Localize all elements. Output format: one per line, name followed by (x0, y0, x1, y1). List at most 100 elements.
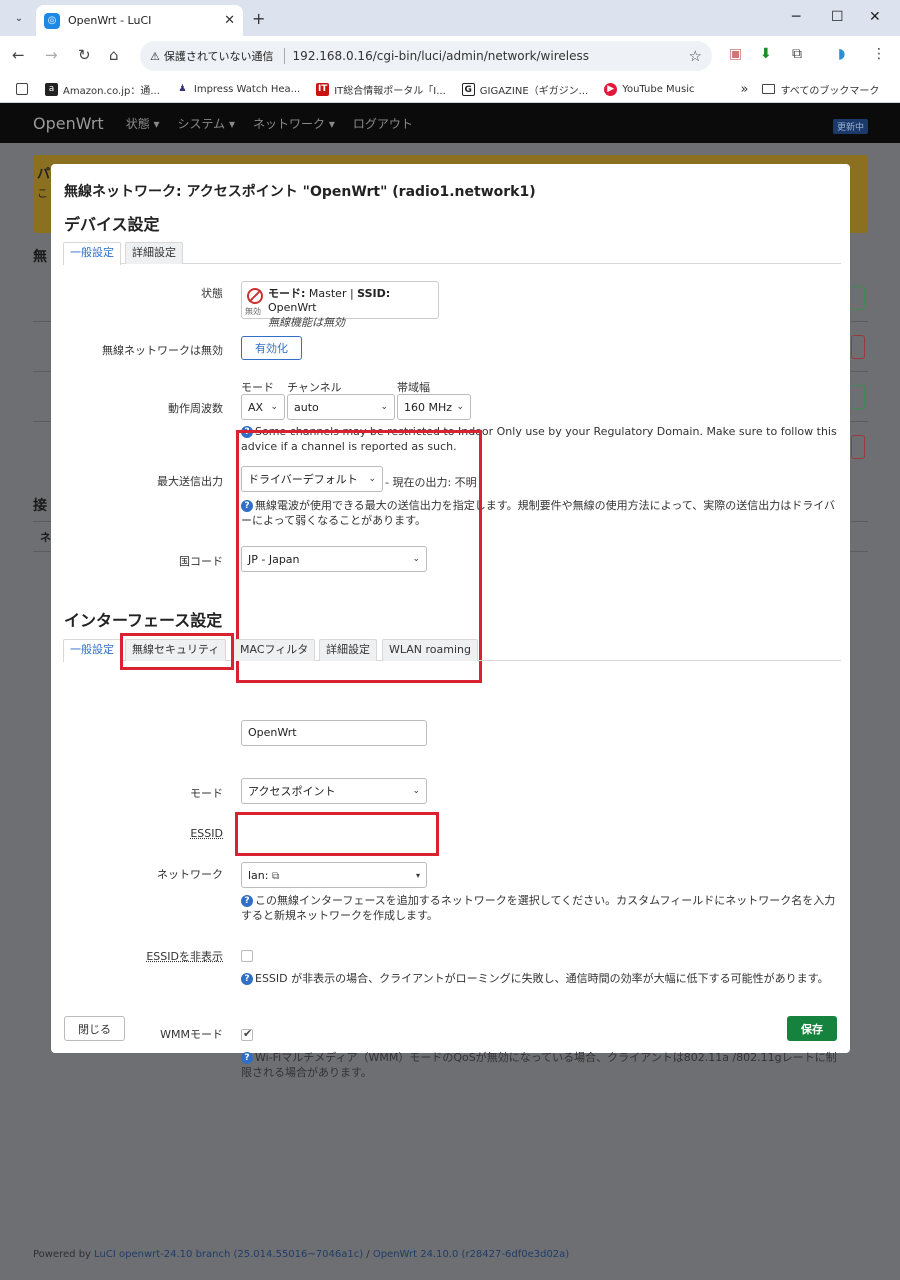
update-badge: 更新中 (832, 119, 868, 134)
all-bookmarks[interactable]: すべてのブックマーク (762, 82, 879, 97)
footer-luci-link[interactable]: LuCI openwrt-24.10 branch (25.014.55016~… (94, 1249, 363, 1260)
network-value: lan: (248, 868, 269, 882)
url-text[interactable]: 192.168.0.16/cgi-bin/luci/admin/network/… (293, 49, 689, 63)
bookmarks-overflow-icon[interactable]: » (740, 82, 748, 97)
background-heading-associated: 接 (33, 498, 47, 514)
footer-separator: / (363, 1249, 373, 1260)
bookmark-label: IT総合情報ポータル「I... (334, 85, 446, 97)
tab-iface-general[interactable]: 一般設定 (63, 639, 121, 662)
bookmark-label: GIGAZINE（ギガジン... (479, 85, 589, 97)
hide-essid-checkbox[interactable] (241, 950, 253, 962)
tab-search-icon[interactable]: ⌄ (8, 7, 30, 29)
tab-iface-wlan-roaming[interactable]: WLAN roaming (382, 639, 478, 661)
wmm-checkbox[interactable]: ✔ (241, 1027, 253, 1041)
menu-logout[interactable]: ログアウト (353, 115, 413, 132)
wmm-help: ? Wi-Fiマルチメディア（WMM）モードのQoSが無効になっている場合、クライ… (241, 1050, 837, 1080)
network-dropdown[interactable]: lan: ⧉ ▾ (241, 862, 427, 888)
essid-input[interactable]: OpenWrt (241, 720, 427, 746)
help-icon: ? (241, 895, 253, 907)
folder-icon (762, 84, 776, 94)
minimize-icon[interactable]: ─ (792, 9, 800, 25)
reload-icon[interactable]: ↻ (78, 46, 91, 64)
background-button (851, 435, 865, 459)
iface-mode-value: アクセスポイント (248, 785, 336, 798)
wireless-disabled-label: 無線ネットワークは無効 (102, 344, 223, 357)
wmm-help-text: Wi-Fiマルチメディア（WMM）モードのQoSが無効になっている場合、クライア… (241, 1051, 837, 1079)
menu-status[interactable]: 状態 ▾ (126, 115, 160, 132)
status-mode-key: モード: (268, 287, 306, 300)
network-interface-icon: ⧉ (271, 870, 280, 882)
bookmark-amazon[interactable]: a Amazon.co.jp：通... (45, 82, 160, 97)
youtube-music-icon: ▶ (604, 82, 618, 96)
freq-channel-select[interactable]: auto ⌄ (287, 394, 395, 420)
bookmark-gigazine[interactable]: G GIGAZINE（ギガジン... (461, 82, 589, 97)
close-window-icon[interactable]: ✕ (869, 9, 881, 25)
background-button (851, 385, 865, 409)
bookmark-itmedia[interactable]: IT IT総合情報ポータル「I... (316, 82, 446, 97)
gigazine-icon: G (461, 82, 475, 96)
bookmark-youtube-music[interactable]: ▶ YouTube Music (604, 82, 694, 96)
forward-icon[interactable]: → (45, 46, 58, 64)
menu-system[interactable]: システム ▾ (178, 115, 235, 132)
browser-chrome: ⌄ ◎ OpenWrt - LuCI ✕ + ─ ☐ ✕ ← → ↻ ⌂ ⚠ 保… (0, 0, 900, 103)
tab-iface-mac-filter[interactable]: MACフィルタ (233, 639, 316, 661)
freq-width-select[interactable]: 160 MHz ⌄ (397, 394, 471, 420)
status-line-mode: モード: Master | SSID: OpenWrt (268, 285, 432, 314)
status-ssid-value: OpenWrt (268, 301, 317, 314)
profile-icon[interactable]: ◗ (838, 46, 845, 62)
background-button (851, 286, 865, 310)
iface-mode-select[interactable]: アクセスポイント ⌄ (241, 778, 427, 804)
openwrt-brand[interactable]: OpenWrt (33, 114, 104, 133)
page-backdrop: OpenWrt 状態 ▾ システム ▾ ネットワーク ▾ ログアウト 更新中 パ… (0, 103, 900, 1280)
menu-network[interactable]: ネットワーク ▾ (253, 115, 335, 132)
address-separator (283, 48, 285, 64)
security-status[interactable]: 保護されていない通信 (164, 48, 274, 64)
chevron-down-icon: ⌄ (270, 402, 278, 412)
enable-button[interactable]: 有効化 (241, 336, 302, 360)
frequency-label: 動作周波数 (168, 402, 223, 415)
tab-bar: ⌄ ◎ OpenWrt - LuCI ✕ + ─ ☐ ✕ (0, 0, 900, 36)
tab-title: OpenWrt - LuCI (68, 14, 152, 27)
freq-mode-select[interactable]: AX ⌄ (241, 394, 285, 420)
new-tab-icon[interactable]: + (252, 9, 265, 28)
menu-kebab-icon[interactable]: ⋮ (872, 46, 886, 62)
all-bookmarks-label: すべてのブックマーク (780, 85, 880, 97)
browser-tab[interactable]: ◎ OpenWrt - LuCI ✕ (36, 5, 243, 36)
tab-device-advanced[interactable]: 詳細設定 (125, 242, 183, 264)
extensions-icon[interactable]: ⧉ (792, 46, 802, 62)
freq-width-value: 160 MHz (404, 400, 453, 414)
bookmark-star-icon[interactable]: ☆ (689, 47, 702, 65)
device-tabs: 一般設定 詳細設定 (63, 240, 841, 265)
bookmark-label: Impress Watch Hea... (193, 83, 301, 95)
apps-grid-icon[interactable] (16, 83, 33, 95)
cast-icon[interactable]: ▣ (729, 46, 742, 62)
download-icon[interactable]: ⬇ (760, 46, 772, 62)
wireless-settings-modal: 無線ネットワーク: アクセスポイント "OpenWrt" (radio1.net… (51, 164, 850, 1079)
hide-essid-label: ESSIDを非表示 (146, 950, 223, 963)
maximize-icon[interactable]: ☐ (831, 9, 844, 25)
footer-openwrt-link[interactable]: OpenWrt 24.10.0 (r28427-6df0e3d02a) (373, 1249, 569, 1260)
footer-powered: Powered by (33, 1249, 95, 1260)
status-ssid-key: SSID: (357, 287, 391, 300)
bookmark-impress[interactable]: ♟ Impress Watch Hea... (176, 83, 300, 96)
luci-top-nav: OpenWrt 状態 ▾ システム ▾ ネットワーク ▾ ログアウト 更新中 (0, 103, 900, 143)
freq-width-sublabel: 帯域幅 (397, 381, 430, 394)
status-box: 無効 モード: Master | SSID: OpenWrt 無線機能は無効 (241, 281, 439, 329)
address-bar[interactable]: ⚠ 保護されていない通信 192.168.0.16/cgi-bin/luci/a… (140, 41, 712, 71)
freq-mode-value: AX (248, 400, 264, 414)
tab-iface-advanced[interactable]: 詳細設定 (319, 639, 377, 661)
bookmark-label: Amazon.co.jp：通... (63, 85, 160, 97)
tab-device-general[interactable]: 一般設定 (63, 242, 121, 265)
hide-essid-help: ? ESSID が非表示の場合、クライアントがローミングに失敗し、通信時間の効率が… (241, 971, 837, 986)
iface-mode-label: モード (190, 787, 223, 800)
bookmarks-bar: a Amazon.co.jp：通... ♟ Impress Watch Hea...… (0, 76, 900, 103)
back-icon[interactable]: ← (12, 46, 25, 64)
help-icon: ? (241, 973, 253, 985)
close-button[interactable]: 閉じる (64, 1016, 125, 1041)
impress-icon: ♟ (178, 83, 187, 94)
wifi-disabled-caption: 無効 (245, 307, 261, 316)
save-button[interactable]: 保存 (787, 1016, 837, 1041)
network-help: ? この無線インターフェースを追加するネットワークを選択してください。カスタムフィ… (241, 893, 837, 923)
home-icon[interactable]: ⌂ (109, 46, 119, 64)
close-tab-icon[interactable]: ✕ (224, 13, 235, 28)
